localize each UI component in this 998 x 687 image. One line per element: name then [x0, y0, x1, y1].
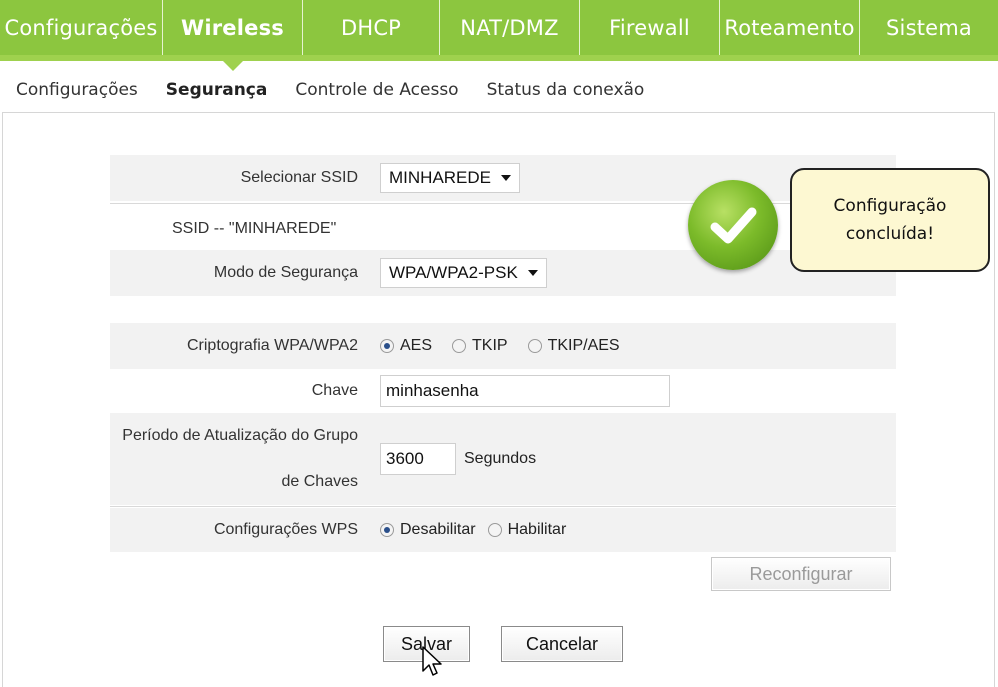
tab-firewall[interactable]: Firewall [580, 0, 720, 55]
crypto-label: Criptografia WPA/WPA2 [186, 337, 358, 354]
wps-option-habilitar[interactable]: Habilitar [487, 521, 567, 539]
radio-button[interactable] [380, 339, 394, 353]
ssid-text: SSID -- "MINHAREDE" [172, 220, 337, 237]
chevron-down-icon [527, 270, 538, 276]
select-ssid-label: Selecionar SSID [240, 169, 358, 186]
subtab-controle-acesso[interactable]: Controle de Acesso [281, 80, 472, 100]
row-group-key-period: Período de Atualização do Grupo de Chave… [110, 413, 896, 505]
wps-option-desabilitar[interactable]: Desabilitar [380, 521, 476, 539]
radio-button[interactable] [380, 523, 394, 537]
security-mode-label: Modo de Segurança [213, 264, 358, 281]
wps-label: Configurações WPS [213, 521, 358, 538]
group-key-unit: Segundos [464, 450, 537, 467]
sub-nav: Configurações Segurança Controle de Aces… [0, 72, 998, 108]
radio-button[interactable] [487, 523, 502, 537]
key-input[interactable] [380, 375, 670, 407]
checkmark-glyph [710, 207, 757, 244]
tab-roteamento[interactable]: Roteamento [720, 0, 860, 55]
subtab-status-conexao[interactable]: Status da conexão [473, 80, 659, 100]
top-nav: Configurações Wireless DHCP NAT/DMZ Fire… [0, 0, 998, 71]
balloon-line1: Configuração [833, 196, 947, 216]
tab-sistema[interactable]: Sistema [860, 0, 998, 55]
radio-button[interactable] [452, 339, 467, 353]
crypto-option-tkip-aes[interactable]: TKIP/AES [527, 337, 620, 355]
ssid-select-value: MINHAREDE [389, 168, 492, 187]
row-select-ssid: Selecionar SSID MINHAREDE [110, 155, 896, 201]
row-wps: Configurações WPS Desabilitar Habilitar [110, 508, 896, 552]
row-key: Chave [110, 369, 896, 413]
group-key-label-line2: de Chaves [281, 473, 359, 490]
tab-wireless[interactable]: Wireless [163, 0, 303, 71]
crypto-radio-group: AES TKIP TKIP/AES [380, 337, 640, 355]
ssid-select[interactable]: MINHAREDE [380, 163, 521, 193]
divider [110, 506, 896, 507]
wps-radio-group: Desabilitar Habilitar [380, 521, 586, 539]
wps-option-label: Desabilitar [400, 521, 476, 538]
reconfigure-button[interactable]: Reconfigurar [711, 557, 891, 591]
mouse-cursor-icon [422, 646, 442, 676]
security-mode-select[interactable]: WPA/WPA2-PSK [380, 258, 547, 288]
crypto-option-aes[interactable]: AES [380, 337, 432, 355]
row-security-mode: Modo de Segurança WPA/WPA2-PSK [110, 250, 896, 296]
divider [110, 203, 896, 204]
group-key-label: Período de Atualização do Grupo de Chave… [110, 413, 380, 505]
crypto-option-label: TKIP [472, 337, 508, 354]
group-key-input[interactable] [380, 443, 456, 475]
balloon-line2: concluída! [845, 224, 935, 244]
crypto-option-tkip[interactable]: TKIP [452, 337, 508, 355]
row-crypto: Criptografia WPA/WPA2 AES TKIP TKIP/AES [110, 323, 896, 369]
key-label: Chave [311, 382, 358, 399]
crypto-option-label: AES [400, 337, 433, 354]
wps-option-label: Habilitar [507, 521, 567, 538]
radio-button[interactable] [527, 339, 542, 353]
cancel-button[interactable]: Cancelar [501, 626, 623, 662]
success-balloon: Configuração concluída! [790, 168, 990, 272]
tab-nat-dmz[interactable]: NAT/DMZ [440, 0, 580, 55]
tab-configuracoes[interactable]: Configurações [0, 0, 163, 55]
crypto-option-label: TKIP/AES [547, 337, 620, 354]
check-icon [688, 180, 778, 270]
row-ssid-text: SSID -- "MINHAREDE" [110, 208, 896, 250]
security-mode-value: WPA/WPA2-PSK [389, 263, 518, 282]
subtab-seguranca[interactable]: Segurança [152, 80, 282, 100]
tab-dhcp[interactable]: DHCP [303, 0, 440, 55]
group-key-label-line1: Período de Atualização do Grupo [122, 427, 358, 444]
subtab-configuracoes[interactable]: Configurações [0, 80, 152, 100]
chevron-down-icon [501, 175, 512, 181]
